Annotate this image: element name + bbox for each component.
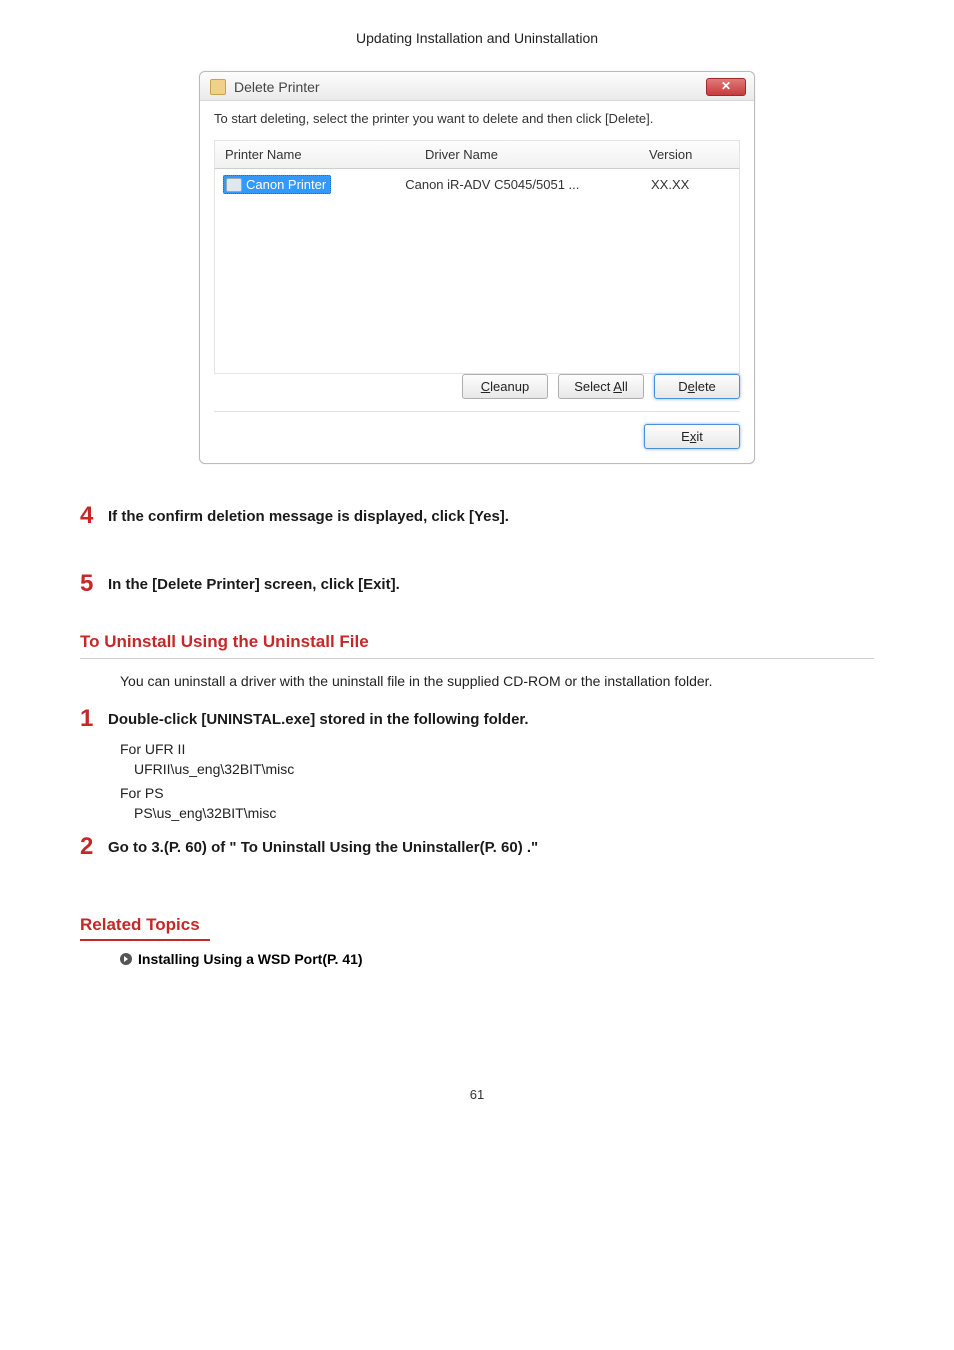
delete-printer-dialog: Delete Printer ✕ To start deleting, sele… (199, 71, 755, 464)
close-icon[interactable]: ✕ (706, 78, 746, 96)
cleanup-label-rest: leanup (490, 379, 529, 394)
section-paragraph: You can uninstall a driver with the unin… (120, 673, 874, 689)
step-number: 2 (80, 835, 108, 859)
app-icon (210, 79, 226, 95)
path-value: PS\us_eng\32BIT\misc (120, 805, 874, 821)
step2-pre: Go to (108, 839, 151, 856)
printer-icon (226, 178, 242, 192)
list-header: Printer Name Driver Name Version (214, 140, 740, 169)
step-number: 1 (80, 707, 108, 731)
col-driver-name[interactable]: Driver Name (425, 147, 649, 162)
step-number: 4 (80, 504, 108, 528)
mnemonic-a: A (613, 379, 622, 394)
delete-pre: D (678, 379, 687, 394)
dialog-title: Delete Printer (234, 79, 706, 95)
chapter-title: Updating Installation and Uninstallation (80, 30, 874, 46)
xref-link[interactable]: 3.(P. 60) (151, 839, 207, 856)
select-all-button[interactable]: Select All (558, 374, 644, 399)
step-1: 1 Double-click [UNINSTAL.exe] stored in … (80, 707, 874, 731)
dialog-titlebar: Delete Printer ✕ (200, 72, 754, 101)
step-2: 2 Go to 3.(P. 60) of " To Uninstall Usin… (80, 835, 874, 859)
step-text: If the confirm deletion message is displ… (108, 504, 509, 525)
selected-printer[interactable]: Canon Printer (223, 175, 331, 194)
related-link[interactable]: Installing Using a WSD Port(P. 41) (120, 951, 874, 967)
mnemonic-c: C (481, 379, 490, 394)
cleanup-button[interactable]: Cleanup (462, 374, 548, 399)
selectall-suf: ll (622, 379, 628, 394)
version-cell: XX.XX (651, 177, 731, 192)
path-label: For PS (120, 785, 874, 801)
related-topics-heading: Related Topics (80, 915, 210, 941)
col-version[interactable]: Version (649, 147, 729, 162)
path-block: For UFR II UFRII\us_eng\32BIT\misc For P… (120, 741, 874, 821)
section-heading: To Uninstall Using the Uninstall File (80, 632, 874, 659)
page-number: 61 (80, 1087, 874, 1102)
exit-button[interactable]: Exit (644, 424, 740, 449)
step-text: In the [Delete Printer] screen, click [E… (108, 572, 400, 593)
mnemonic-e: e (688, 379, 695, 394)
printer-list[interactable]: Canon Printer Canon iR-ADV C5045/5051 ..… (214, 169, 740, 374)
printer-name-cell: Canon Printer (246, 177, 326, 192)
step-5: 5 In the [Delete Printer] screen, click … (80, 572, 874, 596)
related-link-text: Installing Using a WSD Port(P. 41) (138, 951, 363, 967)
step2-mid: of " (207, 839, 241, 856)
delete-button[interactable]: Delete (654, 374, 740, 399)
path-value: UFRII\us_eng\32BIT\misc (120, 761, 874, 777)
path-label: For UFR II (120, 741, 874, 757)
step-text: Go to 3.(P. 60) of " To Uninstall Using … (108, 835, 538, 856)
list-item[interactable]: Canon Printer Canon iR-ADV C5045/5051 ..… (223, 175, 731, 194)
col-printer-name[interactable]: Printer Name (225, 147, 425, 162)
dialog-instruction: To start deleting, select the printer yo… (214, 111, 740, 126)
exit-suf: it (696, 429, 703, 444)
delete-suf: lete (695, 379, 716, 394)
selectall-pre: Select (574, 379, 613, 394)
divider (214, 411, 740, 412)
step-4: 4 If the confirm deletion message is dis… (80, 504, 874, 528)
play-bullet-icon (120, 953, 132, 965)
step2-post: ." (523, 839, 538, 856)
step-text: Double-click [UNINSTAL.exe] stored in th… (108, 707, 529, 728)
exit-pre: E (681, 429, 690, 444)
driver-name-cell: Canon iR-ADV C5045/5051 ... (405, 177, 651, 192)
step-number: 5 (80, 572, 108, 596)
xref-link[interactable]: To Uninstall Using the Uninstaller(P. 60… (241, 839, 523, 856)
